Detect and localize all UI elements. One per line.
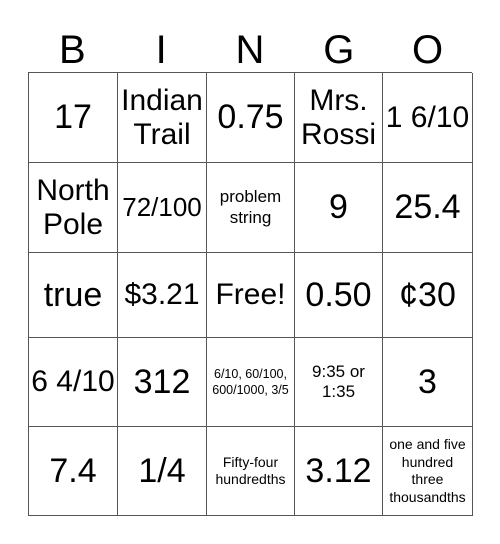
bingo-cell-free-space[interactable]: Free! xyxy=(207,253,295,338)
bingo-cell-text: 6 4/10 xyxy=(31,365,115,399)
bingo-cell-o1[interactable]: 1 6/10 xyxy=(383,73,473,163)
bingo-header-letter-b: B xyxy=(59,28,86,72)
bingo-cell-text: Mrs. Rossi xyxy=(300,83,376,151)
bingo-cell-b5[interactable]: 7.4 xyxy=(29,427,118,516)
bingo-cell-b3[interactable]: true xyxy=(29,253,118,338)
bingo-cell-text: true xyxy=(43,275,103,314)
bingo-cell-i1[interactable]: Indian Trail xyxy=(118,73,207,163)
bingo-card: B I N G O 17 Indian Trail 0.75 Mrs. Ross… xyxy=(28,10,473,516)
bingo-cell-text: 6/10, 60/100, 600/1000, 3/5 xyxy=(212,366,289,397)
bingo-cell-o5[interactable]: one and five hundred three thousandths xyxy=(383,427,473,516)
bingo-cell-text: 25.4 xyxy=(394,188,461,227)
bingo-cell-i2[interactable]: 72/100 xyxy=(118,163,207,253)
bingo-cell-text: one and five hundred three thousandths xyxy=(389,436,466,505)
bingo-cell-o4[interactable]: 3 xyxy=(383,338,473,427)
bingo-cell-i4[interactable]: 312 xyxy=(118,338,207,427)
bingo-cell-text: 1 6/10 xyxy=(385,100,470,134)
bingo-cell-o2[interactable]: 25.4 xyxy=(383,163,473,253)
bingo-header-letter-n: N xyxy=(235,28,265,72)
bingo-cell-g5[interactable]: 3.12 xyxy=(295,427,383,516)
bingo-grid: 17 Indian Trail 0.75 Mrs. Rossi 1 6/10 N… xyxy=(28,72,473,516)
bingo-cell-b1[interactable]: 17 xyxy=(29,73,118,163)
bingo-cell-n2[interactable]: problem string xyxy=(207,163,295,253)
bingo-cell-text: Indian Trail xyxy=(121,83,203,151)
bingo-cell-g2[interactable]: 9 xyxy=(295,163,383,253)
bingo-cell-text: ¢30 xyxy=(399,275,456,314)
bingo-cell-n5[interactable]: Fifty-four hundredths xyxy=(207,427,295,516)
bingo-cell-text: 312 xyxy=(133,362,191,401)
bingo-cell-g3[interactable]: 0.50 xyxy=(295,253,383,338)
bingo-cell-n1[interactable]: 0.75 xyxy=(207,73,295,163)
bingo-cell-text: 3 xyxy=(418,362,437,401)
bingo-cell-text: 0.50 xyxy=(305,275,372,314)
bingo-cell-i3[interactable]: $3.21 xyxy=(118,253,207,338)
bingo-cell-text: North Pole xyxy=(36,173,110,241)
bingo-cell-text: 3.12 xyxy=(305,451,372,490)
bingo-cell-text: 0.75 xyxy=(217,98,284,137)
bingo-cell-text: $3.21 xyxy=(124,278,200,312)
bingo-cell-i5[interactable]: 1/4 xyxy=(118,427,207,516)
bingo-cell-text: 1/4 xyxy=(138,451,186,490)
bingo-cell-text: 7.4 xyxy=(49,451,97,490)
bingo-header-row: B I N G O xyxy=(28,10,472,72)
bingo-cell-n4[interactable]: 6/10, 60/100, 600/1000, 3/5 xyxy=(207,338,295,427)
bingo-cell-text: 9 xyxy=(329,188,348,227)
bingo-cell-b4[interactable]: 6 4/10 xyxy=(29,338,118,427)
bingo-free-space-label: Free! xyxy=(215,278,286,312)
bingo-cell-g1[interactable]: Mrs. Rossi xyxy=(295,73,383,163)
bingo-cell-text: Fifty-four hundredths xyxy=(215,453,286,488)
bingo-cell-b2[interactable]: North Pole xyxy=(29,163,118,253)
bingo-cell-text: 72/100 xyxy=(122,191,202,222)
bingo-cell-g4[interactable]: 9:35 or 1:35 xyxy=(295,338,383,427)
bingo-cell-text: 9:35 or 1:35 xyxy=(312,361,365,401)
bingo-cell-text: 17 xyxy=(54,98,92,137)
bingo-cell-text: problem string xyxy=(219,187,282,227)
bingo-header-letter-g: G xyxy=(323,28,355,72)
bingo-cell-o3[interactable]: ¢30 xyxy=(383,253,473,338)
bingo-header-letter-i: I xyxy=(155,28,167,72)
bingo-header-letter-o: O xyxy=(412,28,444,72)
